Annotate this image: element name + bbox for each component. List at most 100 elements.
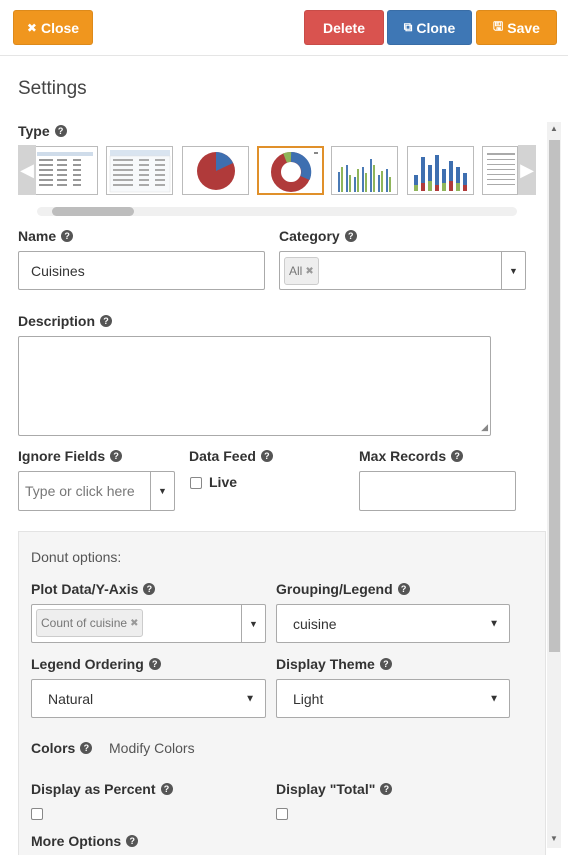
legend-ordering-select[interactable]: Natural ▼	[31, 679, 266, 718]
grouping-label: Grouping/Legend ?	[276, 581, 410, 597]
help-icon[interactable]: ?	[451, 450, 464, 462]
chart-type-bar[interactable]	[331, 146, 398, 195]
scroll-down-arrow-icon[interactable]: ▼	[549, 834, 559, 844]
grouping-value: cuisine	[293, 615, 337, 632]
help-icon[interactable]: ?	[54, 125, 67, 137]
help-icon[interactable]: ?	[148, 658, 161, 670]
display-theme-value: Light	[293, 690, 324, 707]
description-textarea[interactable]: ◢	[18, 336, 491, 436]
display-theme-select[interactable]: Light ▼	[276, 679, 510, 718]
help-icon[interactable]: ?	[100, 315, 113, 327]
name-input[interactable]: Cuisines	[18, 251, 265, 290]
toolbar: ✖ Close Delete ⧉ Clone 🖫 Save	[0, 0, 568, 56]
name-label: Name ?	[18, 228, 74, 244]
display-percent-checkbox[interactable]	[31, 808, 43, 820]
help-icon[interactable]: ?	[160, 783, 173, 795]
plot-data-tag-label: Count of cuisine	[41, 616, 128, 630]
resize-handle-icon[interactable]: ◢	[481, 422, 488, 433]
legend-ordering-label: Legend Ordering ?	[31, 656, 161, 672]
display-theme-label: Display Theme ?	[276, 656, 392, 672]
help-icon[interactable]: ?	[380, 783, 393, 795]
name-input-value: Cuisines	[31, 262, 85, 279]
chevron-down-icon: ▼	[489, 693, 499, 704]
display-total-label: Display "Total" ?	[276, 781, 393, 797]
scroll-up-arrow-icon[interactable]: ▲	[549, 124, 559, 134]
plot-data-label: Plot Data/Y-Axis ?	[31, 581, 156, 597]
help-icon[interactable]: ?	[379, 658, 392, 670]
remove-tag-icon[interactable]: ✖	[305, 266, 313, 277]
help-icon[interactable]: ?	[260, 450, 273, 462]
pie-chart-icon	[197, 152, 235, 190]
donut-chart-icon	[271, 152, 318, 192]
category-select[interactable]: All ✖ ▼	[279, 251, 526, 290]
display-total-checkbox[interactable]	[276, 808, 288, 820]
stacked-bar-chart-icon	[414, 155, 467, 191]
more-options-label-text: More Options	[31, 833, 122, 849]
chevron-down-icon: ▼	[489, 618, 499, 629]
category-label-text: Category	[279, 228, 340, 244]
max-records-input[interactable]	[359, 471, 516, 511]
chevron-down-icon[interactable]: ▼	[241, 605, 265, 642]
chart-type-carousel: ◀ ▶	[18, 145, 536, 197]
close-icon: ✖	[26, 20, 37, 35]
chevron-down-icon[interactable]: ▼	[501, 252, 525, 289]
chart-type-donut[interactable]	[257, 146, 324, 195]
type-label-text: Type	[18, 123, 50, 139]
name-label-text: Name	[18, 228, 57, 244]
type-label: Type ?	[18, 123, 67, 139]
clone-button-label: Clone	[416, 19, 456, 36]
grouping-select[interactable]: cuisine ▼	[276, 604, 510, 643]
close-button[interactable]: ✖ Close	[13, 10, 93, 45]
ignore-fields-label: Ignore Fields ?	[18, 448, 123, 464]
help-icon[interactable]: ?	[143, 583, 156, 595]
clone-button[interactable]: ⧉ Clone	[387, 10, 472, 45]
category-tag-label: All	[289, 264, 303, 278]
data-feed-label-text: Data Feed	[189, 448, 256, 464]
help-icon[interactable]: ?	[61, 230, 74, 242]
remove-tag-icon[interactable]: ✖	[130, 618, 138, 629]
plot-data-tag[interactable]: Count of cuisine ✖	[36, 609, 144, 637]
list-thumbnail-icon	[487, 153, 515, 185]
description-label-text: Description	[18, 313, 96, 329]
chart-type-table-1[interactable]	[32, 146, 98, 195]
carousel-right-arrow-icon[interactable]: ▶	[518, 145, 536, 195]
table-thumbnail-icon	[109, 150, 171, 193]
table-thumbnail-icon	[37, 152, 93, 186]
plot-data-select[interactable]: Count of cuisine ✖ ▼	[31, 604, 266, 643]
chart-type-pie[interactable]	[182, 146, 249, 195]
modify-colors-link[interactable]: Modify Colors	[109, 740, 195, 756]
chevron-down-icon[interactable]: ▼	[150, 472, 174, 510]
colors-label: Colors ?	[31, 740, 93, 756]
description-label: Description ?	[18, 313, 113, 329]
chevron-down-icon: ▼	[245, 693, 255, 704]
chart-type-list[interactable]	[482, 146, 518, 195]
carousel-scrollbar-thumb[interactable]	[52, 207, 134, 216]
settings-heading: Settings	[18, 78, 87, 99]
category-label: Category ?	[279, 228, 357, 244]
help-icon[interactable]: ?	[80, 742, 93, 754]
ignore-fields-placeholder: Type or click here	[25, 483, 135, 499]
chart-type-stacked-bar[interactable]	[407, 146, 474, 195]
save-button[interactable]: 🖫 Save	[476, 10, 557, 45]
category-tag[interactable]: All ✖	[284, 257, 319, 285]
live-checkbox[interactable]	[190, 477, 202, 489]
help-icon[interactable]: ?	[397, 583, 410, 595]
ignore-fields-select[interactable]: Type or click here ▼	[18, 471, 175, 511]
vertical-scrollbar-thumb[interactable]	[549, 140, 560, 652]
help-icon[interactable]: ?	[110, 450, 123, 462]
live-label: Live	[209, 474, 238, 490]
more-options-label[interactable]: More Options ?	[31, 833, 139, 849]
chart-type-table-2[interactable]	[106, 146, 173, 195]
save-button-label: Save	[507, 19, 540, 36]
display-total-label-text: Display "Total"	[276, 781, 376, 797]
colors-label-text: Colors	[31, 740, 76, 756]
help-icon[interactable]: ?	[126, 835, 139, 847]
clone-icon: ⧉	[403, 20, 413, 34]
delete-button[interactable]: Delete	[304, 10, 384, 45]
legend-ordering-value: Natural	[48, 690, 94, 707]
display-percent-label-text: Display as Percent	[31, 781, 156, 797]
grouping-label-text: Grouping/Legend	[276, 581, 393, 597]
carousel-left-arrow-icon[interactable]: ◀	[18, 145, 36, 195]
help-icon[interactable]: ?	[344, 230, 357, 242]
display-theme-label-text: Display Theme	[276, 656, 375, 672]
